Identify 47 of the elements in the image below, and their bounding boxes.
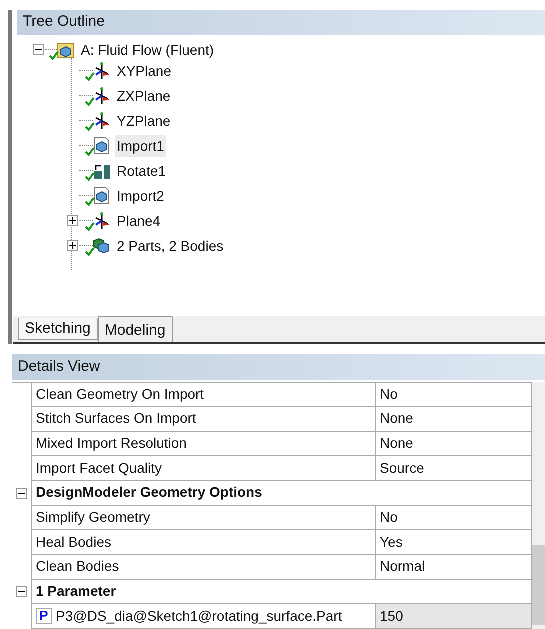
document-cube-icon — [93, 186, 111, 204]
folder-cube-icon — [57, 40, 75, 58]
tree-item[interactable]: ZXPlane — [115, 84, 173, 106]
tree-item[interactable]: Plane4 — [115, 210, 163, 232]
tree-item[interactable]: 2 Parts, 2 Bodies — [115, 234, 226, 256]
tree-item[interactable]: YZPlane — [115, 110, 173, 132]
check-icon — [85, 172, 95, 180]
tree-item[interactable]: XYPlane — [115, 60, 174, 82]
axes-icon — [93, 112, 111, 130]
cubes-icon — [93, 236, 111, 254]
panel-title: Details View — [18, 356, 100, 377]
collapse-icon[interactable] — [32, 44, 44, 55]
expand-icon[interactable] — [66, 215, 78, 226]
check-icon — [85, 146, 95, 156]
property-value[interactable]: 150 — [376, 604, 532, 629]
check-icon — [85, 246, 95, 256]
property-label: Clean Bodies — [36, 557, 120, 576]
property-label: Stitch Surfaces On Import — [36, 409, 196, 428]
tree-item[interactable]: Import1 — [115, 134, 166, 156]
axes-icon — [93, 62, 111, 80]
collapse-icon[interactable] — [16, 488, 27, 499]
check-icon — [85, 96, 95, 106]
property-label: Heal Bodies — [36, 532, 112, 552]
property-label: Simplify Geometry — [36, 508, 150, 527]
expand-icon[interactable] — [66, 240, 78, 251]
scrollbar[interactable] — [532, 382, 545, 629]
axes-icon — [93, 212, 111, 230]
group-header: DesignModeler Geometry Options — [31, 480, 532, 506]
check-icon — [49, 50, 59, 60]
check-icon — [85, 122, 95, 130]
document-cube-icon — [93, 136, 111, 154]
tree-item[interactable]: A: Fluid Flow (Fluent) — [79, 38, 216, 60]
check-icon — [85, 222, 95, 230]
property-label: Mixed Import Resolution — [36, 434, 187, 453]
parameter-badge: P — [36, 608, 52, 624]
collapse-icon[interactable] — [16, 586, 27, 598]
check-icon — [85, 72, 95, 80]
tab[interactable]: Sketching — [18, 318, 98, 340]
tree-item[interactable]: Import2 — [115, 184, 166, 206]
property-label: Import Facet Quality — [36, 458, 162, 478]
property-label: Clean Geometry On Import — [36, 384, 204, 404]
tab[interactable]: Modeling — [98, 316, 173, 342]
panel-title: Tree Outline — [23, 12, 105, 32]
property-label: P3@DS_dia@Sketch1@rotating_surface.Part — [56, 606, 342, 626]
tree-item[interactable]: Rotate1 — [115, 160, 168, 182]
check-icon — [85, 196, 95, 206]
axes-icon — [93, 86, 111, 104]
